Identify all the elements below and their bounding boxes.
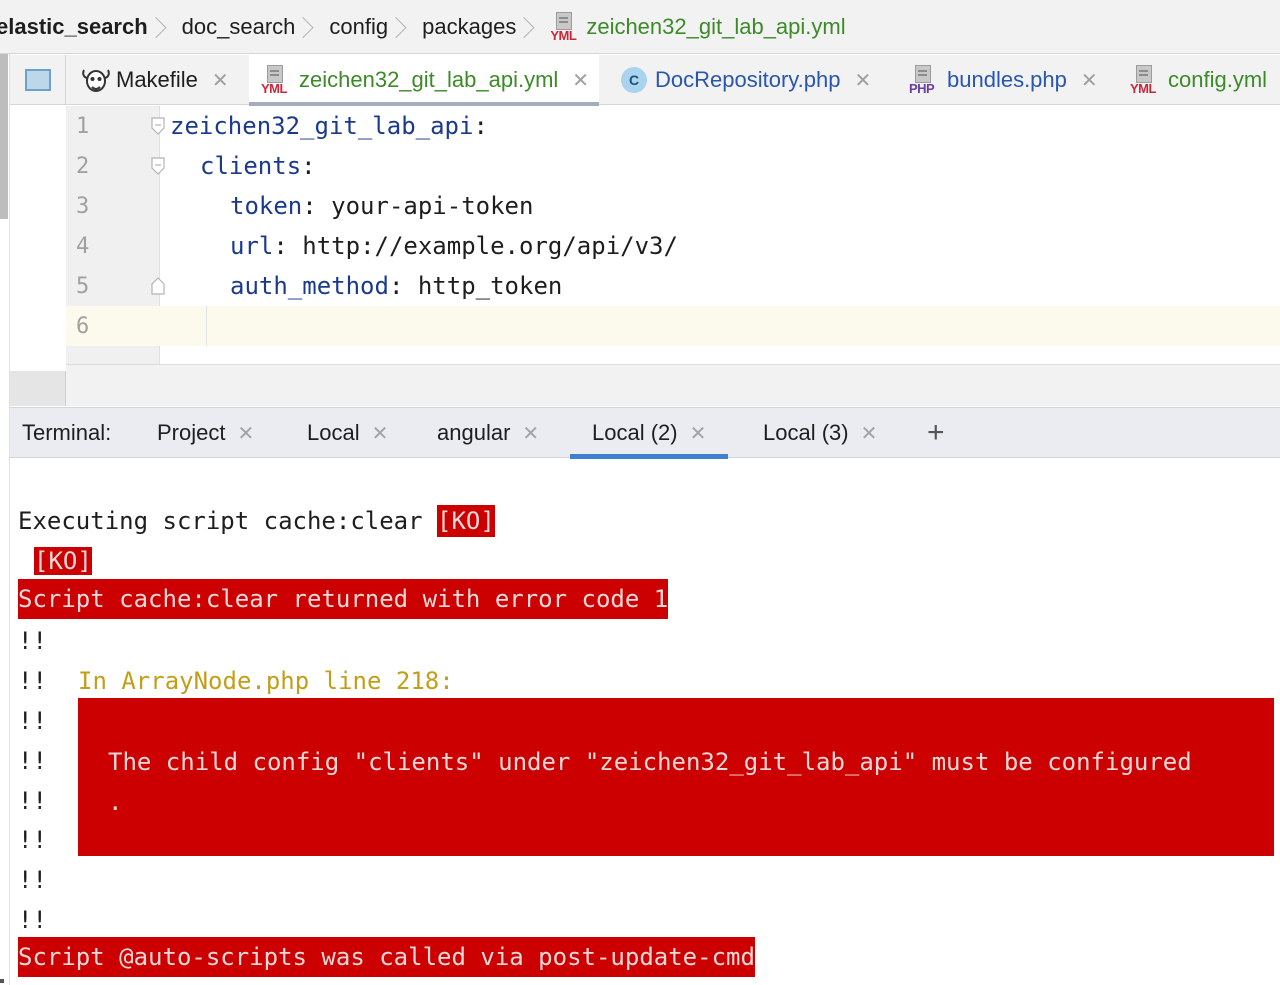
breadcrumb: elastic_search doc_search config package… [0, 0, 1280, 54]
left-scrollbar-thumb[interactable] [0, 54, 8, 219]
tab-label: Makefile [116, 67, 198, 92]
breadcrumb-item-doc-search[interactable]: doc_search [182, 14, 296, 40]
code-editor[interactable]: 1 zeichen32_git_lab_api: 2 clients: 3 to… [10, 106, 1280, 406]
fold-open-icon[interactable] [150, 117, 166, 135]
fold-open-icon[interactable] [150, 157, 166, 175]
terminal-output[interactable]: Executing script cache:clear [KO] [KO] S… [0, 459, 1280, 985]
breadcrumb-separator-icon [307, 12, 317, 42]
terminal-line-bang: !! [18, 826, 47, 854]
breadcrumb-item-elastic-search[interactable]: elastic_search [0, 14, 148, 40]
breadcrumb-item-config[interactable]: config [329, 14, 388, 40]
terminal-line-ko: [KO] [34, 547, 92, 575]
code-line: 2 clients: [76, 152, 316, 180]
terminal-tab-local-3[interactable]: Local (3) ✕ [763, 408, 877, 458]
close-icon[interactable]: ✕ [522, 421, 539, 446]
close-icon[interactable]: ✕ [854, 68, 871, 93]
tab-docrepository-php[interactable]: C DocRepository.php ✕ [621, 55, 871, 105]
terminal-line-executing: Executing script cache:clear [KO] [18, 505, 495, 537]
breadcrumb-separator-icon [400, 12, 410, 42]
yml-file-icon: YML [1130, 65, 1160, 95]
terminal-line-bang: !! [18, 667, 47, 695]
terminal-line-in-file: In ArrayNode.php line 218: [78, 667, 454, 695]
tab-label: bundles.php [947, 67, 1067, 92]
php-class-icon: C [621, 67, 647, 93]
php-file-icon: PHP [909, 65, 939, 95]
code-line: 3 token: your-api-token [76, 192, 534, 220]
breadcrumb-separator-icon [528, 12, 538, 42]
yml-file-icon: YML [261, 65, 291, 95]
close-icon[interactable]: ✕ [690, 421, 707, 446]
new-terminal-plus-icon[interactable]: + [927, 408, 945, 458]
terminal-tab-project[interactable]: Project ✕ [157, 408, 254, 458]
close-icon[interactable]: ✕ [212, 68, 229, 93]
breadcrumb-item-packages[interactable]: packages [422, 14, 516, 40]
error-message-box: The child config "clients" under "zeiche… [78, 698, 1274, 856]
fold-close-icon[interactable] [150, 277, 166, 295]
code-line-current: 6 [66, 306, 1280, 346]
terminal-tab-bar: Terminal: Project ✕ Local ✕ angular ✕ Local… [10, 407, 1280, 459]
code-line: 1 zeichen32_git_lab_api: [76, 112, 488, 140]
breadcrumb-separator-icon [160, 12, 170, 42]
close-icon[interactable]: ✕ [372, 421, 389, 446]
terminal-title: Terminal: [22, 420, 112, 445]
tab-config-yml[interactable]: YML config.yml [1130, 55, 1267, 105]
terminal-tab-local-2[interactable]: Local (2) ✕ [570, 408, 729, 459]
breadcrumb-item-current-file[interactable]: zeichen32_git_lab_api.yml [586, 14, 845, 40]
error-message-continuation: . [108, 788, 123, 816]
close-icon[interactable]: ✕ [1081, 68, 1098, 93]
terminal-line-bang: !! [18, 866, 47, 894]
terminal-tab-angular[interactable]: angular ✕ [437, 408, 539, 458]
tab-panel-toggle-icon[interactable] [10, 55, 66, 105]
terminal-line-bang: !! [18, 906, 47, 934]
close-icon[interactable]: ✕ [572, 68, 589, 93]
terminal-line-bang: !! [18, 707, 47, 735]
terminal-line-bang: !! [18, 627, 47, 655]
error-message: The child config "clients" under "zeiche… [108, 748, 1192, 776]
close-icon[interactable]: ✕ [861, 421, 878, 446]
tab-label: zeichen32_git_lab_api.yml [299, 67, 559, 92]
tab-label: DocRepository.php [655, 67, 841, 92]
close-icon[interactable]: ✕ [237, 421, 254, 446]
ko-badge: [KO] [437, 505, 495, 537]
gnu-icon [82, 69, 110, 92]
editor-tab-bar: Makefile ✕ YML zeichen32_git_lab_api.yml… [10, 55, 1280, 106]
terminal-tab-local[interactable]: Local ✕ [307, 408, 388, 458]
terminal-line-bang: !! [18, 747, 47, 775]
tab-zeichen32-git-lab-api-yml[interactable]: YML zeichen32_git_lab_api.yml ✕ [249, 55, 600, 106]
tab-makefile[interactable]: Makefile ✕ [80, 55, 229, 105]
tab-label: config.yml [1168, 67, 1268, 92]
tab-bundles-php[interactable]: PHP bundles.php ✕ [909, 55, 1098, 105]
yml-file-icon: YML [550, 11, 580, 42]
code-line: 4 url: http://example.org/api/v3/ [76, 232, 678, 260]
terminal-line-bang: !! [18, 787, 47, 815]
terminal-line-auto-scripts: Script @auto-scripts was called via post… [18, 937, 755, 977]
terminal-line-error-code: Script cache:clear returned with error c… [18, 579, 669, 619]
code-line: 5 auth_method: http_token [76, 272, 563, 300]
